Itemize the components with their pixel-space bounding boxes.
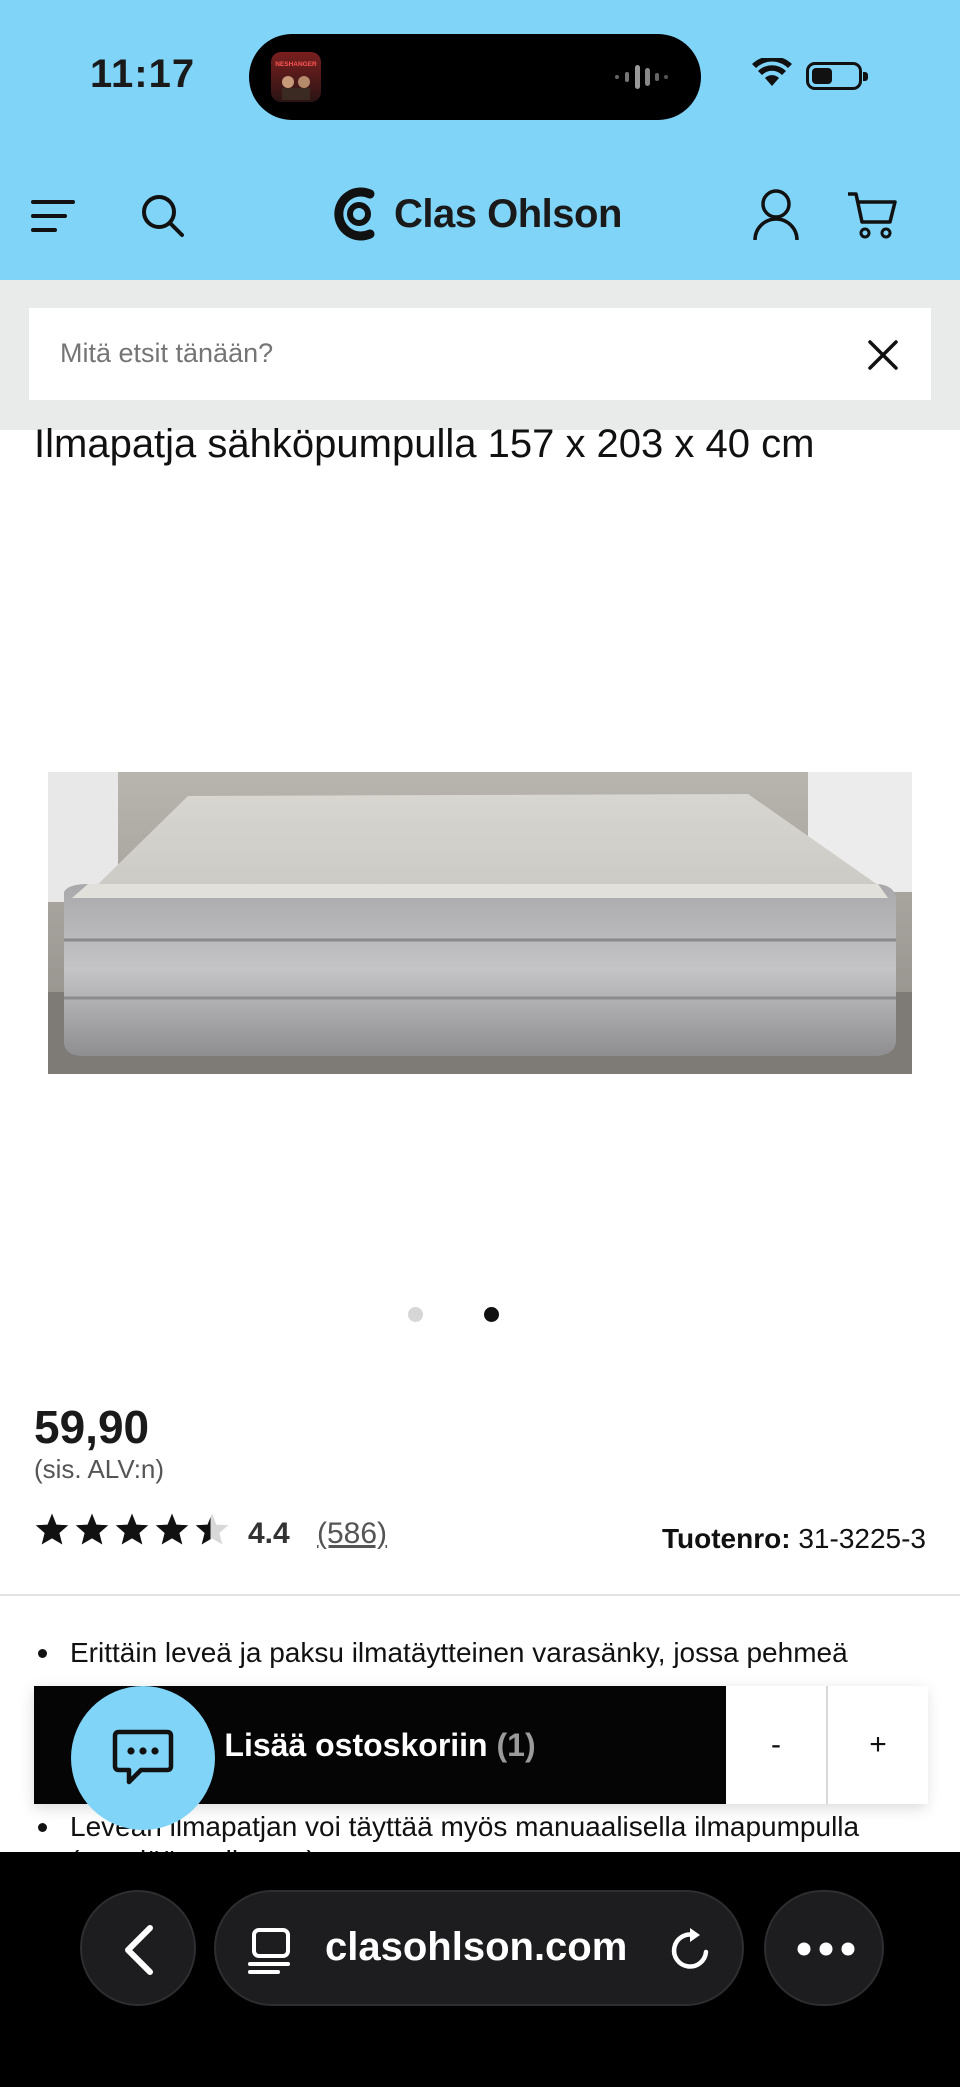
product-number-value: 31-3225-3 (798, 1523, 926, 1554)
brand-logo[interactable]: Clas Ohlson (334, 182, 622, 246)
brand-name: Clas Ohlson (394, 191, 622, 236)
now-playing-artwork: NESHANGER (271, 52, 321, 102)
feature-list: Erittäin leveä ja paksu ilmatäytteinen v… (34, 1636, 934, 1670)
pagination-dot-1[interactable] (408, 1307, 423, 1322)
star-icon (115, 1513, 149, 1545)
battery-icon (806, 62, 868, 90)
artwork-text: NESHANGER (275, 61, 317, 68)
chevron-left-icon (125, 1925, 153, 1975)
more-button[interactable] (764, 1890, 884, 2006)
audio-wave-icon (615, 65, 668, 89)
chat-button[interactable] (71, 1686, 215, 1830)
rating-value: 4.4 (248, 1517, 290, 1550)
cart-count: (1) (496, 1726, 536, 1763)
product-price: 59,90 (34, 1401, 150, 1453)
image-pagination (0, 1304, 960, 1324)
product-number-label: Tuotenro: (662, 1523, 791, 1554)
search-input[interactable] (60, 338, 760, 369)
chat-icon (112, 1729, 174, 1785)
feature-text: Leveän ilmapatjan voi täyttää myös manua… (70, 1811, 860, 1852)
star-icon (75, 1513, 109, 1545)
dynamic-island[interactable]: NESHANGER (249, 34, 701, 120)
vat-note: (sis. ALV:n) (34, 1454, 165, 1484)
add-to-cart-label: Lisää ostoskoriin (224, 1726, 488, 1763)
search-icon[interactable] (139, 192, 185, 238)
page-settings-icon (248, 1928, 290, 1974)
menu-icon[interactable] (29, 196, 77, 236)
product-image[interactable] (48, 772, 912, 1074)
pagination-dot-2[interactable] (484, 1307, 499, 1322)
wifi-icon (752, 58, 792, 86)
feature-item: Erittäin leveä ja paksu ilmatäytteinen v… (34, 1636, 934, 1670)
ellipsis-icon (797, 1942, 855, 1956)
divider (0, 1594, 960, 1596)
product-number: Tuotenro: 31-3225-3 (662, 1523, 926, 1555)
increase-quantity-button[interactable]: + (828, 1686, 928, 1804)
half-star-icon (195, 1513, 229, 1545)
status-time: 11:17 (90, 52, 196, 96)
clas-ohlson-logo-icon (334, 187, 375, 241)
reviews-link[interactable]: (586) (317, 1517, 387, 1551)
rating-stars (34, 1512, 230, 1546)
decrease-quantity-button[interactable]: - (726, 1686, 826, 1804)
star-icon (155, 1513, 189, 1545)
back-button[interactable] (80, 1890, 196, 2006)
feature-text: Erittäin leveä ja paksu ilmatäytteinen v… (70, 1637, 848, 1668)
product-title: Ilmapatja sähköpumpulla 157 x 203 x 40 c… (34, 422, 815, 466)
account-icon[interactable] (752, 188, 800, 242)
cart-icon[interactable] (846, 190, 898, 240)
close-icon[interactable] (866, 338, 900, 372)
url-text[interactable]: clasohlson.com (325, 1925, 627, 1970)
reload-icon[interactable] (668, 1926, 714, 1974)
star-icon (35, 1513, 69, 1545)
